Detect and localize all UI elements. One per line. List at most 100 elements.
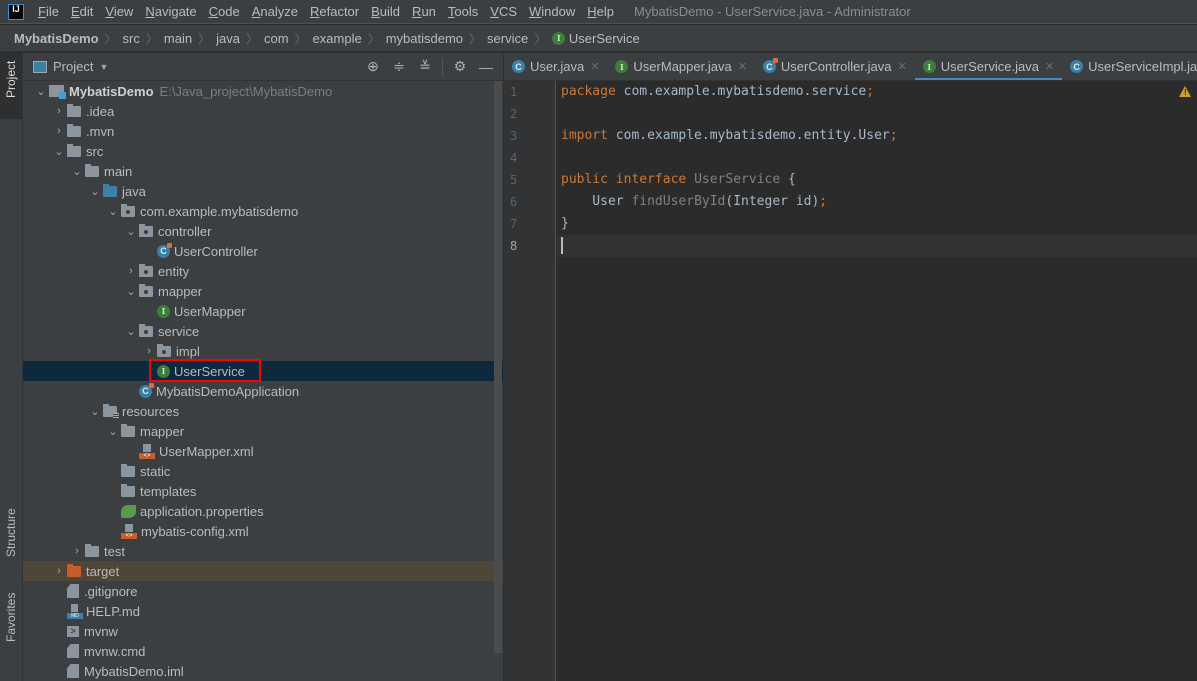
code-editor[interactable]: package com.example.mybatisdemo.service;… [557, 81, 1197, 681]
breadcrumb-item[interactable]: UserService [569, 31, 640, 46]
menu-code[interactable]: Code [203, 4, 246, 19]
tab-userserviceimpl-java[interactable]: C UserServiceImpl.java [1062, 53, 1197, 80]
file-icon [67, 644, 79, 658]
menu-edit[interactable]: Edit [65, 4, 99, 19]
tree-item[interactable]: ⌄ controller [23, 221, 503, 241]
close-icon[interactable]: ✕ [738, 60, 747, 73]
chevron-down-icon[interactable]: ⌄ [87, 185, 103, 198]
menu-file[interactable]: File [32, 4, 65, 19]
breadcrumb-item[interactable]: example [313, 31, 362, 46]
chevron-down-icon[interactable]: ⌄ [123, 225, 139, 238]
tab-usercontroller-java[interactable]: C UserController.java ✕ [755, 53, 915, 80]
breadcrumb-item[interactable]: service [487, 31, 528, 46]
chevron-down-icon[interactable]: ⌄ [105, 205, 121, 218]
breadcrumb-item[interactable]: mybatisdemo [386, 31, 463, 46]
minimize-icon[interactable]: — [477, 58, 495, 76]
breadcrumb-item[interactable]: MybatisDemo [14, 31, 99, 46]
project-tool-tab[interactable]: Project [0, 53, 22, 119]
tree-item[interactable]: ⌄ resources [23, 401, 503, 421]
breadcrumb-item[interactable]: src [123, 31, 140, 46]
menu-vcs[interactable]: VCS [484, 4, 523, 19]
menu-tools[interactable]: Tools [442, 4, 484, 19]
tree-item[interactable]: › .idea [23, 101, 503, 121]
tree-item-label: MybatisDemo.iml [84, 663, 184, 679]
breadcrumb-item[interactable]: com [264, 31, 289, 46]
tree-item[interactable]: ⌄ MybatisDemo E:\Java_project\MybatisDemo [23, 81, 503, 101]
tree-item[interactable]: I UserMapper [23, 301, 503, 321]
tree-item[interactable]: › entity [23, 261, 503, 281]
warning-icon[interactable]: ! [1179, 86, 1191, 97]
tab-userservice-java[interactable]: I UserService.java ✕ [914, 53, 1063, 80]
menu-run[interactable]: Run [406, 4, 442, 19]
tree-item[interactable]: ⌄ src [23, 141, 503, 161]
tree-item[interactable]: ⌄ com.example.mybatisdemo [23, 201, 503, 221]
menu-view[interactable]: View [99, 4, 139, 19]
menu-window[interactable]: Window [523, 4, 581, 19]
project-panel-header: Project ▼ ⊕ ≑ ≚ ⚙ — [23, 53, 503, 81]
gear-icon[interactable]: ⚙ [451, 58, 469, 76]
tree-item[interactable]: ⌄ java [23, 181, 503, 201]
tree-item[interactable]: application.properties [23, 501, 503, 521]
chevron-down-icon[interactable]: ▼ [99, 62, 108, 72]
tree-item[interactable]: › test [23, 541, 503, 561]
chevron-right-icon[interactable]: › [69, 545, 85, 557]
tree-item[interactable]: I UserService [23, 359, 503, 382]
tree-item[interactable]: ⌄ mapper [23, 281, 503, 301]
tree-item[interactable]: mvnw.cmd [23, 641, 503, 661]
chevron-down-icon[interactable]: ⌄ [87, 405, 103, 418]
locate-file-icon[interactable]: ⊕ [364, 58, 382, 76]
close-icon[interactable]: ✕ [590, 60, 599, 73]
tree-item[interactable]: › target [23, 561, 503, 581]
chevron-down-icon[interactable]: ⌄ [123, 325, 139, 338]
toolbar-divider [442, 57, 443, 76]
chevron-down-icon[interactable]: ⌄ [105, 425, 121, 438]
tree-item[interactable]: MybatisDemo.iml [23, 661, 503, 681]
menu-help[interactable]: Help [581, 4, 620, 19]
chevron-right-icon[interactable]: › [51, 125, 67, 137]
tree-item[interactable]: › .mvn [23, 121, 503, 141]
tree-item[interactable]: HELP.md [23, 601, 503, 621]
chevron-down-icon[interactable]: ⌄ [51, 145, 67, 158]
breadcrumb-item[interactable]: java [216, 31, 240, 46]
tree-item[interactable]: C MybatisDemoApplication [23, 381, 503, 401]
close-icon[interactable]: ✕ [897, 60, 906, 73]
tree-item[interactable]: UserMapper.xml [23, 441, 503, 461]
menu-build[interactable]: Build [365, 4, 406, 19]
tree-item[interactable]: .gitignore [23, 581, 503, 601]
structure-tool-tab[interactable]: Structure [0, 508, 22, 588]
favorites-tool-tab[interactable]: Favorites [0, 593, 22, 673]
menu-navigate[interactable]: Navigate [139, 4, 202, 19]
close-icon[interactable]: ✕ [1045, 60, 1054, 73]
interface-icon: I [157, 364, 170, 378]
tree-item[interactable]: ⌄ service [23, 321, 503, 341]
chevron-right-icon[interactable]: › [123, 265, 139, 277]
menu-analyze[interactable]: Analyze [246, 4, 304, 19]
breadcrumb-separator-icon: 〉 [367, 31, 380, 46]
chevron-down-icon[interactable]: ⌄ [33, 85, 49, 98]
tree-item[interactable]: › impl [23, 341, 503, 361]
tree-item[interactable]: C UserController [23, 241, 503, 261]
tree-item[interactable]: static [23, 461, 503, 481]
chevron-down-icon[interactable]: ⌄ [123, 285, 139, 298]
breadcrumb-item[interactable]: main [164, 31, 192, 46]
tab-usermapper-java[interactable]: I UserMapper.java ✕ [607, 53, 755, 80]
collapse-all-icon[interactable]: ≚ [416, 58, 434, 76]
menu-refactor[interactable]: Refactor [304, 4, 365, 19]
tree-item-label: .gitignore [84, 583, 138, 599]
tree-item[interactable]: ⌄ main [23, 161, 503, 181]
chevron-right-icon[interactable]: › [51, 105, 67, 117]
resources-folder-icon [103, 403, 119, 419]
tree-item[interactable]: mybatis-config.xml [23, 521, 503, 541]
tree-item[interactable]: ⌄ mapper [23, 421, 503, 441]
expand-all-icon[interactable]: ≑ [390, 58, 408, 76]
editor-tab-bar: C User.java ✕ I UserMapper.java ✕ C UserControl… [504, 53, 1197, 81]
tree-item[interactable]: > mvnw [23, 621, 503, 641]
chevron-right-icon[interactable]: › [51, 565, 67, 577]
tree-item[interactable]: templates [23, 481, 503, 501]
chevron-down-icon[interactable]: ⌄ [69, 165, 85, 178]
project-view-selector[interactable]: Project [53, 59, 93, 74]
tab-user-java[interactable]: C User.java ✕ [504, 53, 607, 80]
tree-scrollbar[interactable] [494, 81, 502, 653]
chevron-right-icon[interactable]: › [141, 345, 157, 357]
